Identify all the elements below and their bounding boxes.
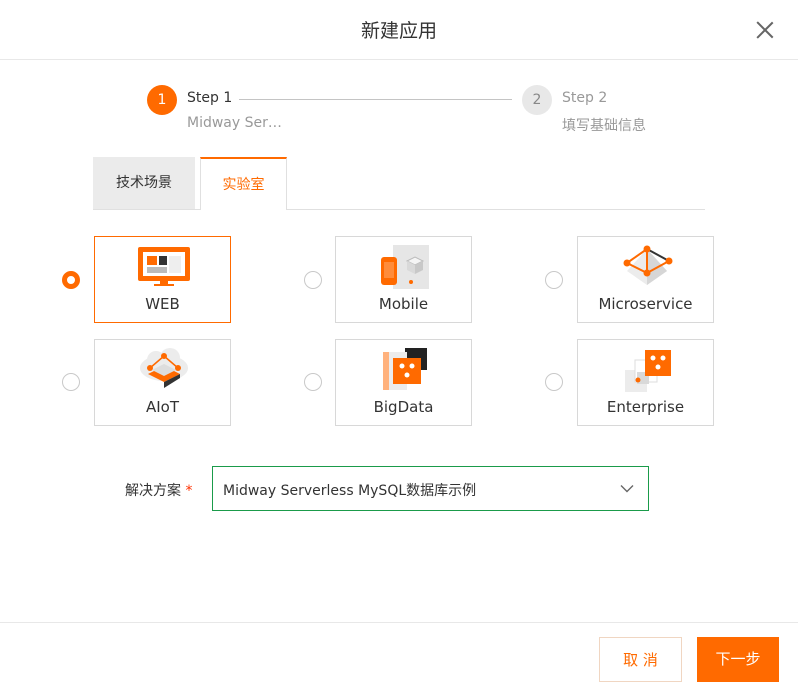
- scenario-label: BigData: [373, 398, 434, 416]
- scenario-card-web[interactable]: WEB: [94, 236, 231, 323]
- monitor-icon: [138, 247, 190, 286]
- scenario-card-bigdata[interactable]: BigData: [335, 339, 472, 426]
- radio-bigdata[interactable]: [304, 373, 322, 391]
- step-2-description: 填写基础信息: [562, 118, 646, 134]
- step-connector: [239, 99, 512, 100]
- scenario-card-aiot[interactable]: AIoT: [94, 339, 231, 426]
- radio-web[interactable]: [62, 271, 80, 289]
- scenario-label: Microservice: [598, 295, 693, 313]
- scenario-card-microservice[interactable]: Microservice: [577, 236, 714, 323]
- close-icon[interactable]: [753, 18, 777, 42]
- solution-select[interactable]: Midway Serverless MySQL数据库示例: [212, 466, 649, 511]
- dialog-title: 新建应用: [360, 20, 437, 42]
- step-1-indicator: 1: [147, 85, 177, 115]
- microservice-icon: [623, 245, 673, 285]
- dialog-header: 新建应用: [0, 0, 798, 60]
- tab-lab[interactable]: 实验室: [200, 157, 287, 210]
- next-button[interactable]: 下一步: [697, 637, 779, 682]
- solution-select-value: Midway Serverless MySQL数据库示例: [223, 483, 477, 499]
- footer-divider: [0, 622, 798, 623]
- solution-label: 解决方案 *: [125, 480, 192, 500]
- aiot-cloud-icon: [140, 348, 188, 388]
- solution-label-text: 解决方案: [125, 483, 181, 499]
- bigdata-icon: [383, 348, 427, 390]
- radio-enterprise[interactable]: [545, 373, 563, 391]
- scenario-card-mobile[interactable]: Mobile: [335, 236, 472, 323]
- chevron-down-icon[interactable]: [620, 484, 634, 493]
- radio-mobile[interactable]: [304, 271, 322, 289]
- step-1-title: Step 1: [187, 90, 233, 106]
- required-mark: *: [185, 483, 193, 499]
- tab-tech-scenario[interactable]: 技术场景: [93, 157, 195, 209]
- scenario-label: WEB: [145, 295, 180, 313]
- scenario-label: AIoT: [145, 398, 180, 416]
- mobile-icon: [381, 245, 429, 289]
- radio-microservice[interactable]: [545, 271, 563, 289]
- step-1-description: Midway Ser…: [187, 115, 282, 131]
- step-2-title: Step 2: [562, 90, 608, 106]
- radio-aiot[interactable]: [62, 373, 80, 391]
- scenario-label: Enterprise: [606, 398, 685, 416]
- tabs-divider: [93, 209, 705, 210]
- step-2-indicator: 2: [522, 85, 552, 115]
- cancel-button[interactable]: 取 消: [599, 637, 682, 682]
- enterprise-icon: [625, 350, 671, 392]
- scenario-card-enterprise[interactable]: Enterprise: [577, 339, 714, 426]
- scenario-label: Mobile: [378, 295, 429, 313]
